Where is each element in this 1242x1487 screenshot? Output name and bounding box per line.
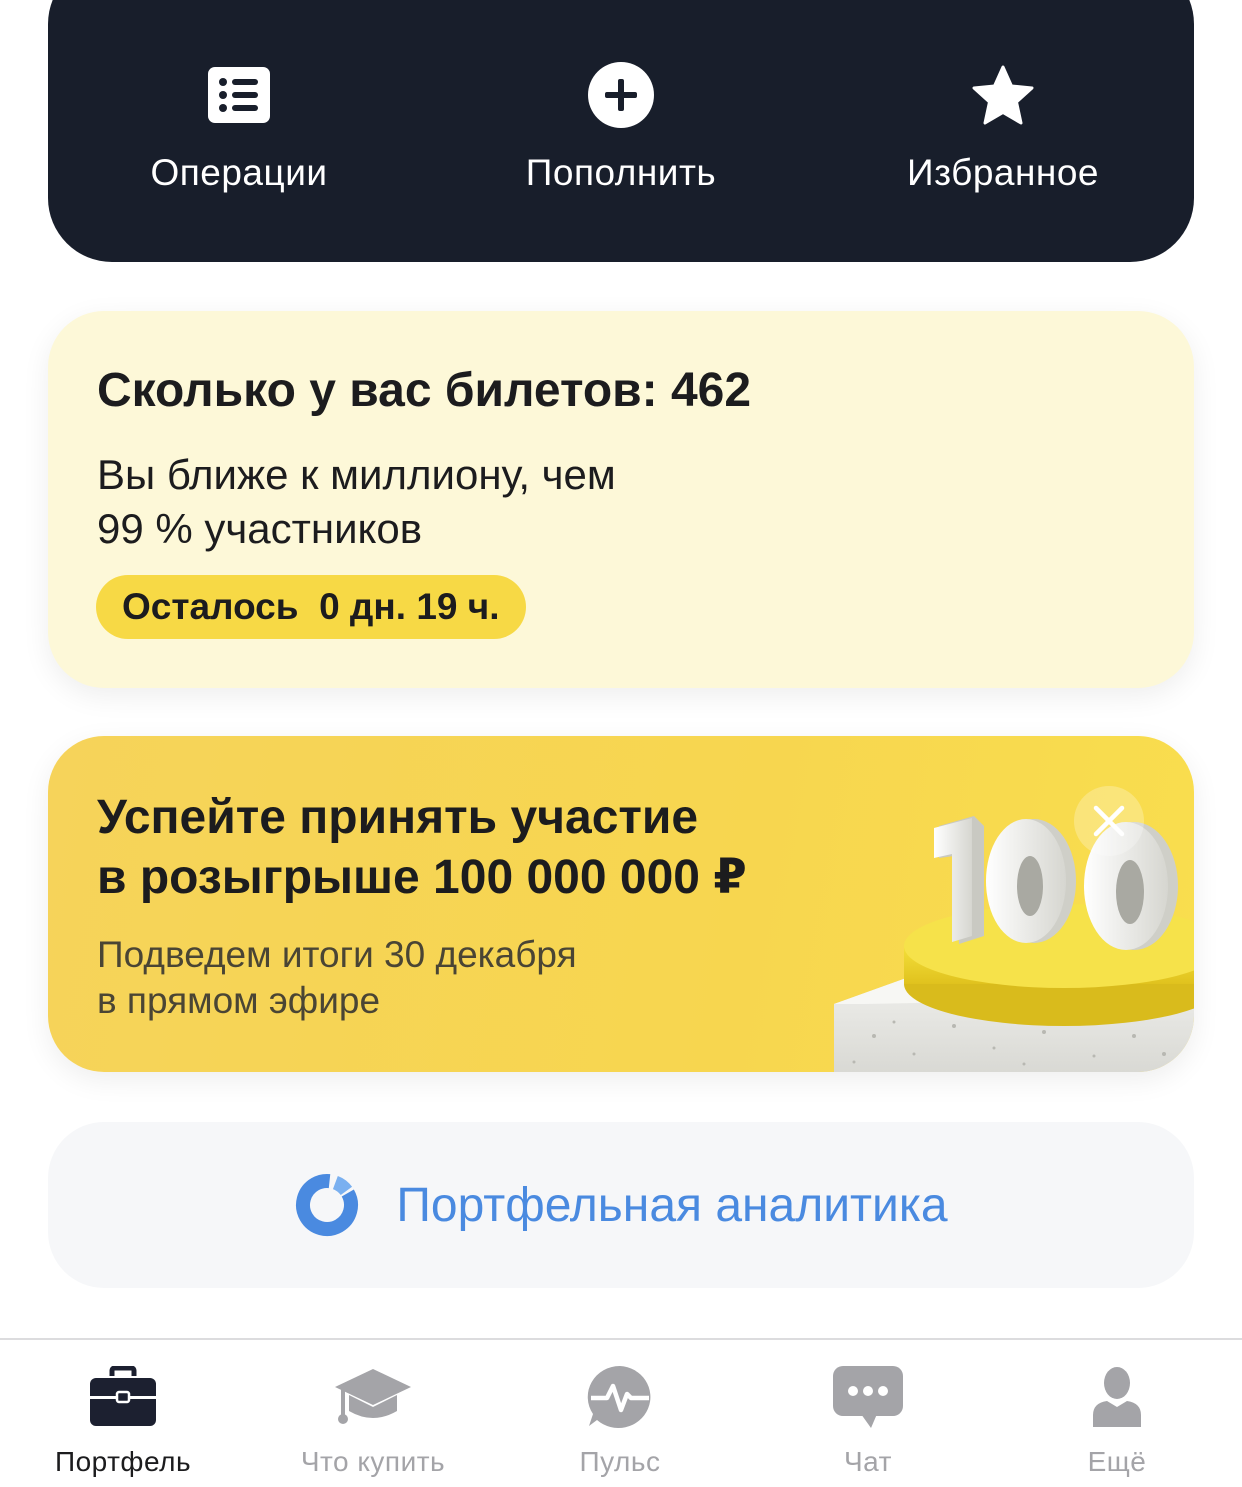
tickets-ranking-text: Вы ближе к миллиону, чем 99 % участников xyxy=(97,448,797,556)
promo-banner[interactable]: Успейте принять участие в розыгрыше 100 … xyxy=(48,736,1194,1072)
profile-icon xyxy=(1077,1362,1157,1432)
operations-button[interactable]: Операции xyxy=(89,60,389,210)
close-promo-button[interactable] xyxy=(1074,786,1144,856)
promo-title: Успейте принять участие в розыгрыше 100 … xyxy=(97,788,857,908)
operations-label: Операции xyxy=(150,152,328,193)
bottom-tab-bar: Портфель Что купить Пульс Чат Ещё xyxy=(0,1338,1242,1487)
favorites-button[interactable]: Избранное xyxy=(853,60,1153,210)
promo-subtitle-line-2: в прямом эфире xyxy=(97,980,381,1021)
graduation-cap-icon xyxy=(333,1362,413,1432)
tab-more-label: Ещё xyxy=(1087,1446,1147,1477)
tab-pulse[interactable]: Пульс xyxy=(500,1362,740,1482)
tab-pulse-label: Пульс xyxy=(579,1446,661,1477)
chat-icon xyxy=(828,1362,908,1432)
promo-subtitle: Подведем итоги 30 декабря в прямом эфире xyxy=(97,932,717,1024)
tab-portfolio[interactable]: Портфель xyxy=(3,1362,243,1482)
top-up-label: Пополнить xyxy=(525,152,717,193)
tab-chat-label: Чат xyxy=(844,1446,892,1477)
top-up-button[interactable]: Пополнить xyxy=(471,60,771,210)
ranking-line-2: 99 % участников xyxy=(97,505,423,552)
close-icon xyxy=(1093,805,1125,837)
favorites-label: Избранное xyxy=(906,152,1099,193)
pulse-icon xyxy=(580,1362,660,1432)
list-icon xyxy=(204,60,274,130)
tab-chat[interactable]: Чат xyxy=(748,1362,988,1482)
prize-pedestal-illustration xyxy=(834,816,1194,1072)
countdown-badge: Осталось 0 дн. 19 ч. xyxy=(96,575,526,639)
promo-subtitle-line-1: Подведем итоги 30 декабря xyxy=(97,934,577,975)
donut-chart-icon xyxy=(296,1174,359,1236)
plus-circle-icon xyxy=(586,60,656,130)
promo-title-line-1: Успейте принять участие xyxy=(97,791,699,844)
lottery-tickets-card[interactable]: Сколько у вас билетов: 462 Вы ближе к ми… xyxy=(48,311,1194,688)
portfolio-analytics-label: Портфельная аналитика xyxy=(396,1178,948,1232)
star-icon xyxy=(968,60,1038,130)
ranking-line-1: Вы ближе к миллиону, чем xyxy=(97,451,616,498)
tab-more[interactable]: Ещё xyxy=(997,1362,1237,1482)
portfolio-analytics-button[interactable]: Портфельная аналитика xyxy=(48,1122,1194,1288)
quick-actions-bar: Операции Пополнить Избранное xyxy=(48,0,1194,262)
tickets-count-title: Сколько у вас билетов: 462 xyxy=(97,364,752,417)
briefcase-icon xyxy=(83,1362,163,1432)
promo-title-line-2: в розыгрыше 100 000 000 ₽ xyxy=(97,851,747,904)
tab-what-to-buy-label: Что купить xyxy=(300,1446,446,1477)
tab-portfolio-label: Портфель xyxy=(54,1446,192,1477)
tab-what-to-buy[interactable]: Что купить xyxy=(253,1362,493,1482)
